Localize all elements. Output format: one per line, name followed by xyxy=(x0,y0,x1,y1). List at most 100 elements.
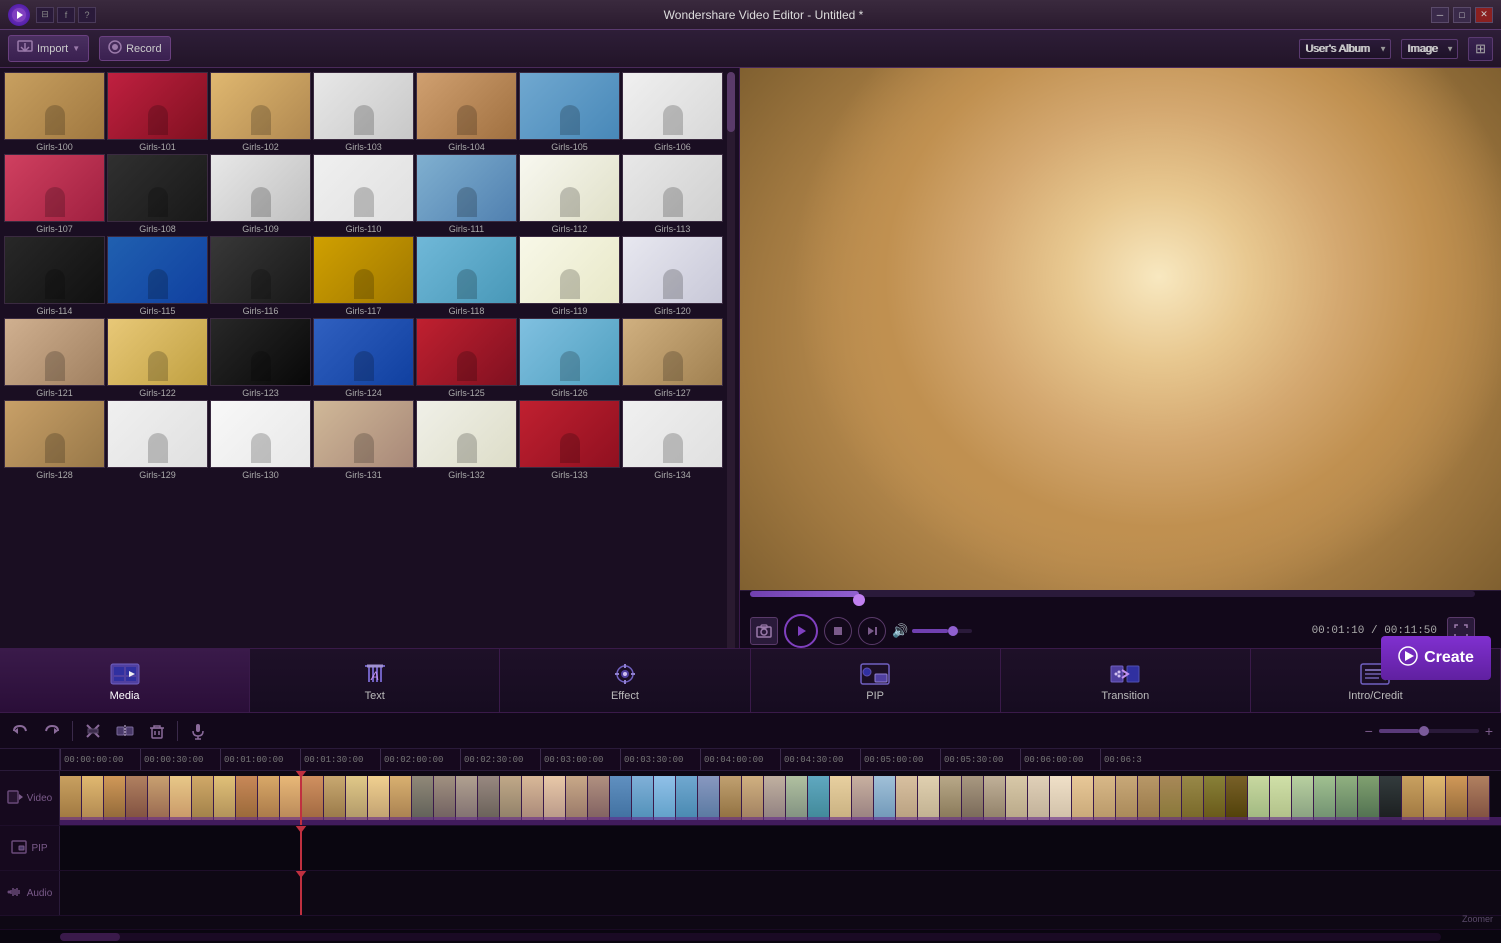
film-frame-28 xyxy=(676,776,698,820)
h-scroll-thumb[interactable] xyxy=(60,933,120,941)
film-frame-5 xyxy=(170,776,192,820)
help-icon[interactable]: ? xyxy=(78,7,96,23)
progress-thumb[interactable] xyxy=(853,594,865,606)
media-item-girls134[interactable]: Girls-134 xyxy=(622,400,723,480)
media-item-girls113[interactable]: Girls-113 xyxy=(622,154,723,234)
media-item-girls121[interactable]: Girls-121 xyxy=(4,318,105,398)
media-item-girls130[interactable]: Girls-130 xyxy=(210,400,311,480)
ruler-mark: 00:04:00:00 xyxy=(700,749,780,770)
tab-pip[interactable]: PIP xyxy=(751,649,1001,712)
zoom-thumb[interactable] xyxy=(1419,726,1429,736)
film-frame-1 xyxy=(82,776,104,820)
media-item-girls107[interactable]: Girls-107 xyxy=(4,154,105,234)
media-item-girls126[interactable]: Girls-126 xyxy=(519,318,620,398)
screenshot-button[interactable] xyxy=(750,617,778,645)
divider-1 xyxy=(72,721,73,741)
tab-transition[interactable]: Transition xyxy=(1001,649,1251,712)
play-button[interactable] xyxy=(784,614,818,648)
delete-button[interactable] xyxy=(145,719,169,743)
media-scrollbar[interactable] xyxy=(725,68,737,648)
tab-media[interactable]: Media xyxy=(0,649,250,712)
media-item-girls127[interactable]: Girls-127 xyxy=(622,318,723,398)
media-item-girls131[interactable]: Girls-131 xyxy=(313,400,414,480)
media-item-girls128[interactable]: Girls-128 xyxy=(4,400,105,480)
media-item-girls101[interactable]: Girls-101 xyxy=(107,72,208,152)
media-item-girls120[interactable]: Girls-120 xyxy=(622,236,723,316)
media-item-girls133[interactable]: Girls-133 xyxy=(519,400,620,480)
tab-effect[interactable]: Effect xyxy=(500,649,750,712)
pip-track-content[interactable] xyxy=(60,826,1501,870)
media-item-girls119[interactable]: Girls-119 xyxy=(519,236,620,316)
media-item-girls112[interactable]: Girls-112 xyxy=(519,154,620,234)
record-button[interactable]: Record xyxy=(99,36,170,61)
media-item-girls122[interactable]: Girls-122 xyxy=(107,318,208,398)
zoom-out-icon[interactable]: − xyxy=(1365,723,1373,739)
ruler-mark: 00:00:00:00 xyxy=(60,749,140,770)
pip-track-label: PIP xyxy=(0,826,60,870)
media-item-girls109[interactable]: Girls-109 xyxy=(210,154,311,234)
media-item-girls108[interactable]: Girls-108 xyxy=(107,154,208,234)
undo-button[interactable] xyxy=(8,719,32,743)
film-frame-63 xyxy=(1446,776,1468,820)
media-label-30: Girls-130 xyxy=(242,470,279,480)
film-frame-33 xyxy=(786,776,808,820)
media-item-girls118[interactable]: Girls-118 xyxy=(416,236,517,316)
media-item-girls132[interactable]: Girls-132 xyxy=(416,400,517,480)
media-item-girls123[interactable]: Girls-123 xyxy=(210,318,311,398)
media-item-girls125[interactable]: Girls-125 xyxy=(416,318,517,398)
media-thumb-10 xyxy=(313,154,414,222)
media-item-girls105[interactable]: Girls-105 xyxy=(519,72,620,152)
ruler-mark: 00:06:00:00 xyxy=(1020,749,1100,770)
facebook-icon[interactable]: f xyxy=(57,7,75,23)
video-track-content[interactable] xyxy=(60,771,1501,825)
film-frame-21 xyxy=(522,776,544,820)
sys-menu-icon[interactable]: ⊟ xyxy=(36,7,54,23)
media-item-girls129[interactable]: Girls-129 xyxy=(107,400,208,480)
grid-view-button[interactable]: ⊞ xyxy=(1468,37,1493,61)
ruler-mark: 00:00:30:00 xyxy=(140,749,220,770)
ruler-mark: 00:05:00:00 xyxy=(860,749,940,770)
media-item-girls117[interactable]: Girls-117 xyxy=(313,236,414,316)
video-track-label: Video xyxy=(0,771,60,825)
voiceover-button[interactable] xyxy=(186,719,210,743)
media-item-girls102[interactable]: Girls-102 xyxy=(210,72,311,152)
media-item-girls103[interactable]: Girls-103 xyxy=(313,72,414,152)
scroll-thumb[interactable] xyxy=(727,72,735,132)
media-item-girls100[interactable]: Girls-100 xyxy=(4,72,105,152)
zoom-track[interactable] xyxy=(1379,729,1479,733)
redo-button[interactable] xyxy=(40,719,64,743)
minimize-button[interactable]: ─ xyxy=(1431,7,1449,23)
media-item-girls114[interactable]: Girls-114 xyxy=(4,236,105,316)
media-item-girls110[interactable]: Girls-110 xyxy=(313,154,414,234)
media-item-girls124[interactable]: Girls-124 xyxy=(313,318,414,398)
media-label-6: Girls-106 xyxy=(654,142,691,152)
type-select[interactable]: Image xyxy=(1401,39,1458,59)
next-button[interactable] xyxy=(858,617,886,645)
media-library: Girls-100Girls-101Girls-102Girls-103Girl… xyxy=(0,68,740,648)
import-button[interactable]: Import ▼ xyxy=(8,35,89,62)
media-item-girls115[interactable]: Girls-115 xyxy=(107,236,208,316)
film-frame-37 xyxy=(874,776,896,820)
h-scroll-track[interactable] xyxy=(60,933,1441,941)
cut-clip-button[interactable] xyxy=(81,719,105,743)
volume-thumb[interactable] xyxy=(948,626,958,636)
create-button[interactable]: Create xyxy=(1381,636,1491,680)
title-bar: ⊟ f ? Wondershare Video Editor - Untitle… xyxy=(0,0,1501,30)
media-item-girls106[interactable]: Girls-106 xyxy=(622,72,723,152)
media-item-girls104[interactable]: Girls-104 xyxy=(416,72,517,152)
film-frame-15 xyxy=(390,776,412,820)
stop-button[interactable] xyxy=(824,617,852,645)
media-item-girls111[interactable]: Girls-111 xyxy=(416,154,517,234)
media-label-0: Girls-100 xyxy=(36,142,73,152)
audio-track-content[interactable] xyxy=(60,871,1501,915)
zoom-in-icon[interactable]: + xyxy=(1485,723,1493,739)
media-item-girls116[interactable]: Girls-116 xyxy=(210,236,311,316)
media-label-21: Girls-121 xyxy=(36,388,73,398)
close-button[interactable]: ✕ xyxy=(1475,7,1493,23)
tab-text[interactable]: A Text xyxy=(250,649,500,712)
split-button[interactable] xyxy=(113,719,137,743)
album-select[interactable]: User's Album xyxy=(1299,39,1391,59)
volume-track[interactable] xyxy=(912,629,972,633)
restore-button[interactable]: □ xyxy=(1453,7,1471,23)
media-thumb-9 xyxy=(210,154,311,222)
